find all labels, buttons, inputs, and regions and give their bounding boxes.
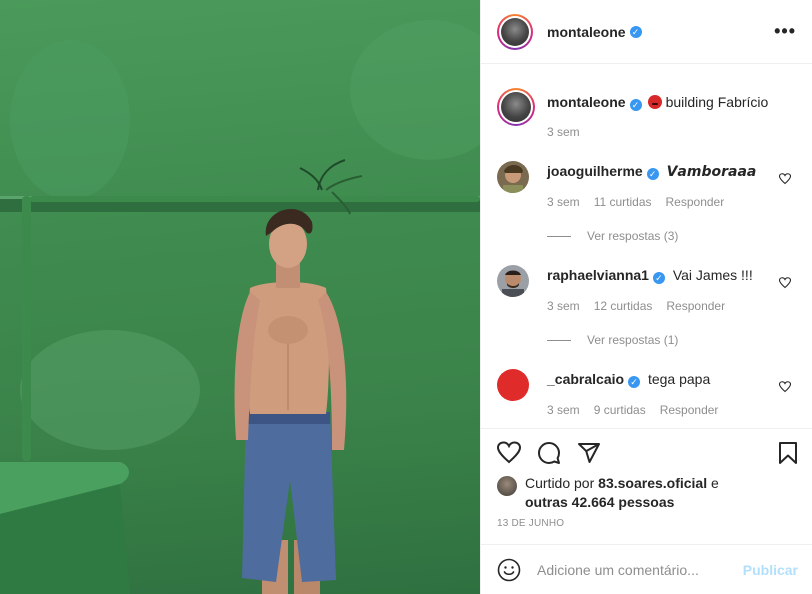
post-photo[interactable] bbox=[0, 0, 480, 594]
liker-avatar[interactable] bbox=[497, 476, 517, 496]
comment-time: 3 sem bbox=[547, 299, 580, 313]
comment-like-heart-icon[interactable] bbox=[779, 381, 791, 393]
comment-likes-count[interactable]: 12 curtidas bbox=[594, 299, 653, 313]
commenter-avatar[interactable] bbox=[497, 369, 529, 401]
comment-time: 3 sem bbox=[547, 403, 580, 417]
post-date: 13 DE JUNHO bbox=[497, 518, 565, 529]
post-side-panel: montaleone ✓ ••• montaleone ✓ building Fab… bbox=[480, 0, 812, 594]
post-header: montaleone ✓ ••• bbox=[481, 0, 812, 64]
bookmark-icon[interactable] bbox=[776, 441, 800, 465]
caption-text-row: montaleone ✓ building Fabrício bbox=[547, 94, 768, 111]
comment-text-row: _cabralcaio ✓ tega papa bbox=[547, 371, 710, 388]
instagram-post: montaleone ✓ ••• montaleone ✓ building Fab… bbox=[0, 0, 812, 594]
comment-text: Vai James !!! bbox=[672, 267, 753, 283]
verified-badge-icon: ✓ bbox=[629, 99, 642, 111]
comment-text-row: raphaelvianna1 ✓ Vai James !!! bbox=[547, 267, 753, 284]
add-comment-bar: Publicar bbox=[481, 544, 812, 594]
comment-text: tega papa bbox=[647, 371, 711, 387]
paper-plane-icon[interactable] bbox=[577, 441, 601, 465]
comment-username[interactable]: joaoguilherme bbox=[547, 163, 643, 179]
verified-badge-icon: ✓ bbox=[628, 376, 641, 388]
comment-likes-count[interactable]: 11 curtidas bbox=[594, 195, 652, 209]
comment-meta: 3 sem 11 curtidas Responder bbox=[547, 195, 738, 209]
publish-button[interactable]: Publicar bbox=[743, 562, 798, 578]
first-liker-username[interactable]: 83.soares.oficial bbox=[598, 475, 707, 491]
speech-bubble-icon[interactable] bbox=[537, 441, 561, 465]
reply-link[interactable]: Responder bbox=[666, 299, 725, 313]
comment-like-heart-icon[interactable] bbox=[779, 173, 791, 185]
comment-meta: 3 sem 12 curtidas Responder bbox=[547, 299, 739, 313]
angry-face-emoji-icon bbox=[647, 95, 662, 109]
verified-badge-icon: ✓ bbox=[629, 25, 642, 38]
heart-icon[interactable] bbox=[497, 441, 521, 465]
comment-input[interactable] bbox=[537, 559, 727, 581]
more-options-icon[interactable]: ••• bbox=[774, 21, 796, 42]
verified-badge-icon: ✓ bbox=[646, 168, 659, 180]
comment-time: 3 sem bbox=[547, 195, 580, 209]
others-likes-link[interactable]: outras 42.664 pessoas bbox=[525, 494, 674, 510]
photo-illustration bbox=[0, 20, 480, 594]
caption-time: 3 sem bbox=[547, 125, 580, 139]
view-replies-link[interactable]: Ver respostas (1) bbox=[547, 333, 678, 347]
smiley-icon[interactable] bbox=[497, 558, 521, 582]
commenter-avatar[interactable] bbox=[497, 161, 529, 193]
post-actions-bar bbox=[481, 428, 812, 477]
author-avatar[interactable] bbox=[497, 13, 533, 50]
likes-text: Curtido por 83.soares.oficial e outras 4… bbox=[525, 475, 719, 510]
caption-text: building Fabrício bbox=[665, 94, 769, 110]
reply-link[interactable]: Responder bbox=[666, 195, 725, 209]
author-username[interactable]: montaleone bbox=[547, 24, 626, 40]
comment-username[interactable]: _cabralcaio bbox=[547, 371, 624, 387]
caption-username[interactable]: montaleone bbox=[547, 94, 626, 110]
commenter-avatar[interactable] bbox=[497, 265, 529, 297]
comment-likes-count[interactable]: 9 curtidas bbox=[594, 403, 646, 417]
view-replies-link[interactable]: Ver respostas (3) bbox=[547, 229, 678, 243]
reply-link[interactable]: Responder bbox=[660, 403, 719, 417]
comment-username[interactable]: raphaelvianna1 bbox=[547, 267, 649, 283]
comment-like-heart-icon[interactable] bbox=[779, 277, 791, 289]
caption-avatar[interactable] bbox=[497, 88, 535, 126]
comment-meta: 3 sem 9 curtidas Responder bbox=[547, 403, 732, 417]
verified-badge-icon: ✓ bbox=[652, 272, 665, 284]
comment-text-row: joaoguilherme ✓ 𝙑𝙖𝙢𝙗𝙤𝙧𝙖𝙖𝙖 bbox=[547, 163, 756, 180]
comments-list: montaleone ✓ building Fabrício 3 sem joaog… bbox=[481, 64, 812, 428]
comment-text: 𝙑𝙖𝙢𝙗𝙤𝙧𝙖𝙖𝙖 bbox=[666, 163, 757, 179]
